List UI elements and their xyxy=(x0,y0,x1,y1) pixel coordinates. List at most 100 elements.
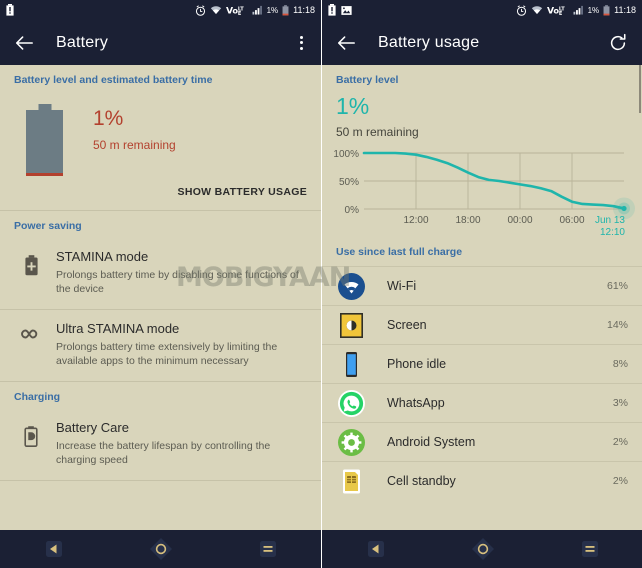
alarm-icon xyxy=(195,4,206,16)
row-title: Ultra STAMINA mode xyxy=(56,321,180,336)
row-battery-care[interactable]: Battery Care Increase the battery lifesp… xyxy=(0,409,321,480)
status-bar-left-icons xyxy=(328,4,352,16)
battery-icon xyxy=(282,4,289,16)
cell-standby-icon xyxy=(343,469,360,494)
navigation-bar-right xyxy=(322,530,642,568)
battery-percent: 1% xyxy=(93,107,124,130)
app-percent: 14% xyxy=(606,319,628,332)
app-name: Cell standby xyxy=(387,474,456,489)
battery-level-icon xyxy=(26,104,63,176)
svg-text:12:00: 12:00 xyxy=(403,215,428,226)
usage-row[interactable]: Phone idle 8% xyxy=(322,344,642,383)
usage-row[interactable]: WhatsApp 3% xyxy=(322,383,642,422)
screen-app-icon xyxy=(340,312,363,338)
section-battery-level-label: Battery level and estimated battery time xyxy=(14,74,213,86)
signal-icon xyxy=(252,5,263,15)
nav-home-icon[interactable] xyxy=(144,536,178,562)
section-power-saving-label: Power saving xyxy=(14,220,82,232)
battery-alert-icon xyxy=(6,4,14,16)
app-icon xyxy=(338,351,365,378)
app-percent: 2% xyxy=(612,436,628,449)
svg-text:12:10: 12:10 xyxy=(600,227,625,237)
svg-text:18:00: 18:00 xyxy=(455,215,480,226)
battery-percent: 1% xyxy=(336,93,370,119)
nav-home-icon[interactable] xyxy=(466,536,500,562)
battery-summary-text: 1% 50 m remaining xyxy=(93,96,176,176)
battery-remaining: 50 m remaining xyxy=(336,125,419,140)
row-subtitle: Prolongs battery time by disabling some … xyxy=(56,269,299,295)
show-battery-usage-button[interactable]: SHOW BATTERY USAGE xyxy=(0,176,321,210)
back-arrow-icon[interactable] xyxy=(336,33,356,53)
overflow-menu-icon[interactable] xyxy=(296,32,307,54)
divider xyxy=(0,480,321,481)
usage-row[interactable]: Android System 2% xyxy=(322,422,642,461)
status-clock: 11:18 xyxy=(614,5,636,15)
nav-back-icon[interactable] xyxy=(359,536,393,562)
svg-text:100%: 100% xyxy=(333,149,359,160)
battery-alert-icon xyxy=(328,4,336,16)
app-icon xyxy=(338,428,365,456)
volte-icon: Vo LT E xyxy=(226,5,248,16)
section-battery-level-label: Battery level xyxy=(336,74,399,86)
row-subtitle: Prolongs battery time extensively by lim… xyxy=(56,341,278,367)
app-icon xyxy=(338,468,365,495)
app-name: Phone idle xyxy=(387,357,447,372)
status-bar-right: Vo LT E 1% 11:18 xyxy=(322,0,642,20)
battery-remaining: 50 m remaining xyxy=(93,138,176,152)
row-title: STAMINA mode xyxy=(56,249,149,264)
right-content: Battery level 1% 50 m remaining 100% 50% 0… xyxy=(322,65,642,530)
screenshot-root: Vo LT E 1% 11:18 Battery Battery level a… xyxy=(0,0,642,568)
svg-text:E: E xyxy=(237,11,241,16)
status-bar-left-icons xyxy=(6,4,14,16)
screenshot-icon xyxy=(341,5,352,16)
scrollbar[interactable] xyxy=(638,65,641,113)
app-name: Android System xyxy=(387,435,476,450)
app-percent: 61% xyxy=(606,280,628,293)
status-bar-right-icons: Vo LT E 1% 11:18 xyxy=(195,4,315,17)
usage-row[interactable]: Cell standby 2% xyxy=(322,461,642,500)
svg-text:00:00: 00:00 xyxy=(507,215,532,226)
app-name: Screen xyxy=(387,318,427,333)
wifi-icon xyxy=(210,5,222,15)
app-icon xyxy=(338,272,365,300)
app-percent: 2% xyxy=(612,475,628,488)
battery-care-icon xyxy=(14,420,48,447)
svg-text:E: E xyxy=(558,11,562,16)
row-text: STAMINA mode Prolongs battery time by di… xyxy=(48,249,307,296)
alarm-icon xyxy=(516,4,527,16)
wifi-app-icon xyxy=(338,272,365,300)
use-since-last-full-charge-label: Use since last full charge xyxy=(336,246,463,259)
app-percent: 8% xyxy=(612,358,628,371)
row-subtitle: Increase the battery lifespan by control… xyxy=(56,440,271,466)
refresh-icon[interactable] xyxy=(608,33,628,53)
app-icon xyxy=(338,312,365,339)
row-text: Battery Care Increase the battery lifesp… xyxy=(48,420,307,467)
left-phone-screen: Vo LT E 1% 11:18 Battery Battery level a… xyxy=(0,0,321,568)
nav-recents-icon[interactable] xyxy=(251,536,285,562)
battery-plus-icon xyxy=(14,249,48,276)
row-title: Battery Care xyxy=(56,420,129,435)
battery-summary: 1% 50 m remaining xyxy=(0,92,321,176)
navigation-bar-left xyxy=(0,530,321,568)
left-content: Battery level and estimated battery time… xyxy=(0,65,321,530)
app-name: Wi-Fi xyxy=(387,279,417,294)
right-phone-screen: Vo LT E 1% 11:18 Battery usage Battery l… xyxy=(321,0,642,568)
usage-row[interactable]: Wi-Fi 61% xyxy=(322,266,642,305)
app-icon xyxy=(338,389,365,417)
battery-level-chart: 100% 50% 0% 12:00 18:00 00:00 06:00 Jun 13 12:10 xyxy=(322,139,642,242)
nav-back-icon[interactable] xyxy=(37,536,71,562)
row-text: Ultra STAMINA mode Prolongs battery time… xyxy=(48,321,307,368)
battery-icon xyxy=(603,4,610,16)
back-arrow-icon[interactable] xyxy=(14,33,34,53)
wifi-icon xyxy=(531,5,543,15)
infinity-icon xyxy=(14,321,48,341)
battery-usage-list: Wi-Fi 61% Screen 14% Phone idle 8% WhatsApp 3% A… xyxy=(322,266,642,500)
status-clock: 11:18 xyxy=(293,5,315,15)
app-bar-right: Battery usage xyxy=(322,20,642,65)
status-battery-percent: 1% xyxy=(587,5,600,15)
row-ultra-stamina-mode[interactable]: Ultra STAMINA mode Prolongs battery time… xyxy=(0,310,321,381)
usage-row[interactable]: Screen 14% xyxy=(322,305,642,344)
nav-recents-icon[interactable] xyxy=(573,536,607,562)
row-stamina-mode[interactable]: STAMINA mode Prolongs battery time by di… xyxy=(0,238,321,309)
volte-icon: Vo LT E xyxy=(547,5,569,16)
